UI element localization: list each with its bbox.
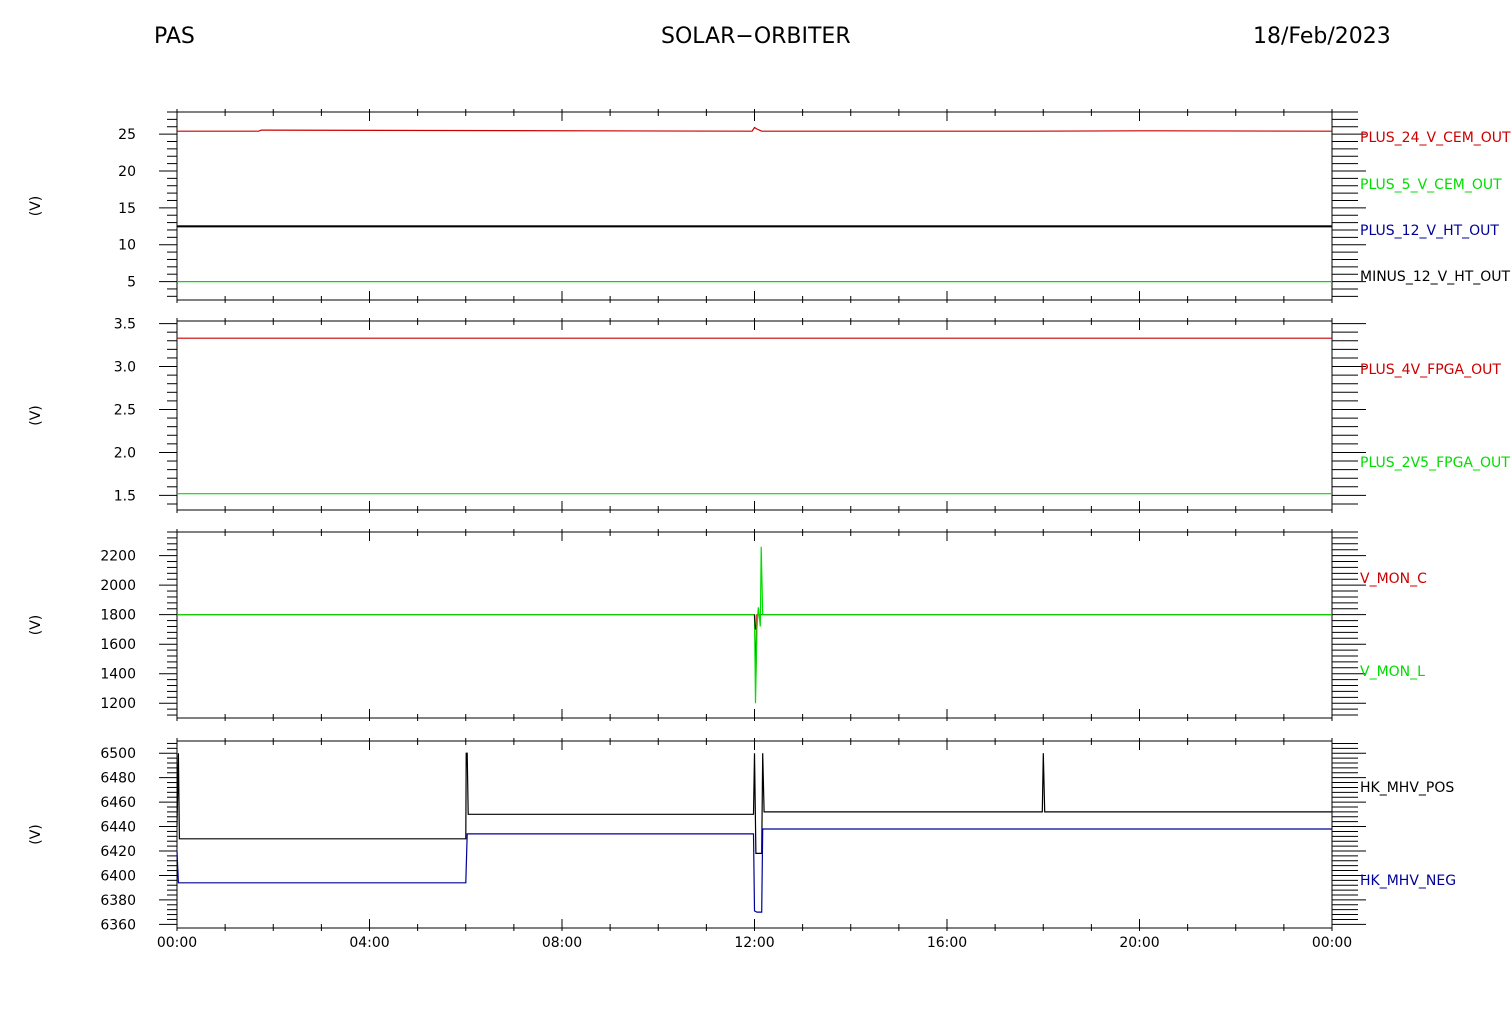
y-tick-label: 10	[118, 238, 136, 254]
panel-1: 5 10 15 20 25 (V) PLUS_24_V_CEM_OUT PLUS_5_V_CE…	[28, 109, 1511, 303]
x-tick-label: 04:00	[349, 935, 389, 951]
x-tick-label: 16:00	[927, 935, 967, 951]
y-tick-label: 6500	[100, 746, 136, 762]
x-tick-label: 08:00	[542, 935, 582, 951]
series-line-v-mon-l	[177, 546, 1332, 704]
y-tick-label: 5	[127, 275, 136, 291]
y-axis-label: (V)	[28, 615, 44, 636]
x-tick-label: 00:00	[157, 935, 197, 951]
y-tick-label: 1.5	[114, 488, 136, 504]
y-tick-label: 2.0	[114, 445, 136, 461]
panel-3: 1200 1400 1600 1800 2000 2200 (V) V_MON_C V_MON_…	[28, 529, 1427, 721]
series-line-hk-mhv-pos	[176, 752, 1332, 855]
plot-frame	[176, 111, 1333, 301]
legend-label: PLUS_12_V_HT_OUT	[1360, 223, 1499, 239]
y-tick-label: 6440	[100, 820, 136, 836]
y-tick-label: 2000	[100, 578, 136, 594]
legend-label: PLUS_2V5_FPGA_OUT	[1360, 455, 1510, 471]
x-tick-label: 12:00	[734, 935, 774, 951]
legend-label: HK_MHV_POS	[1360, 780, 1454, 796]
series-line-hk-mhv-neg	[176, 828, 1332, 913]
x-tick-label: 20:00	[1119, 935, 1159, 951]
panel-4: 6360 6380 6400 6420 6440 6460 6480 6500 (V) HK_MH…	[28, 738, 1456, 933]
y-tick-label: 20	[118, 164, 136, 180]
y-tick-label: 15	[118, 201, 136, 217]
legend-label: V_MON_C	[1360, 571, 1427, 587]
y-tick-label: 6420	[100, 844, 136, 860]
y-tick-label: 6400	[100, 868, 136, 884]
series-line-plus-24-v-cem-out	[177, 126, 1333, 132]
y-tick-label: 6380	[100, 893, 136, 909]
legend-label: PLUS_24_V_CEM_OUT	[1360, 130, 1511, 146]
legend-label: PLUS_4V_FPGA_OUT	[1360, 362, 1501, 378]
y-tick-label: 6460	[100, 795, 136, 811]
legend-label: HK_MHV_NEG	[1360, 873, 1456, 889]
y-axis-label: (V)	[28, 196, 44, 217]
housekeeping-voltage-charts: 5 10 15 20 25 (V) PLUS_24_V_CEM_OUT PLUS_5_V_CE…	[28, 109, 1511, 951]
y-tick-label: 1600	[100, 637, 136, 653]
panel-2: 1.5 2.0 2.5 3.0 3.5 (V) PLUS_4V_FPGA_OUT PLUS_2…	[28, 317, 1510, 513]
plot-frame	[176, 320, 1333, 511]
y-tick-label: 1200	[100, 696, 136, 712]
y-tick-label: 2200	[100, 549, 136, 565]
y-tick-label: 1800	[100, 608, 136, 624]
y-tick-label: 6480	[100, 771, 136, 787]
legend-label: PLUS_5_V_CEM_OUT	[1360, 177, 1502, 193]
y-tick-label: 6360	[100, 917, 136, 933]
y-tick-label: 3.5	[114, 317, 136, 333]
legend-label: V_MON_L	[1360, 664, 1425, 680]
y-axis-label: (V)	[28, 405, 44, 426]
y-tick-label: 3.0	[114, 360, 136, 376]
legend-label: MINUS_12_V_HT_OUT	[1360, 269, 1511, 285]
y-tick-label: 2.5	[114, 402, 136, 418]
x-tick-label: 00:00	[1312, 935, 1352, 951]
y-tick-label: 25	[118, 127, 136, 143]
y-axis-label: (V)	[28, 824, 44, 845]
y-tick-label: 1400	[100, 667, 136, 683]
